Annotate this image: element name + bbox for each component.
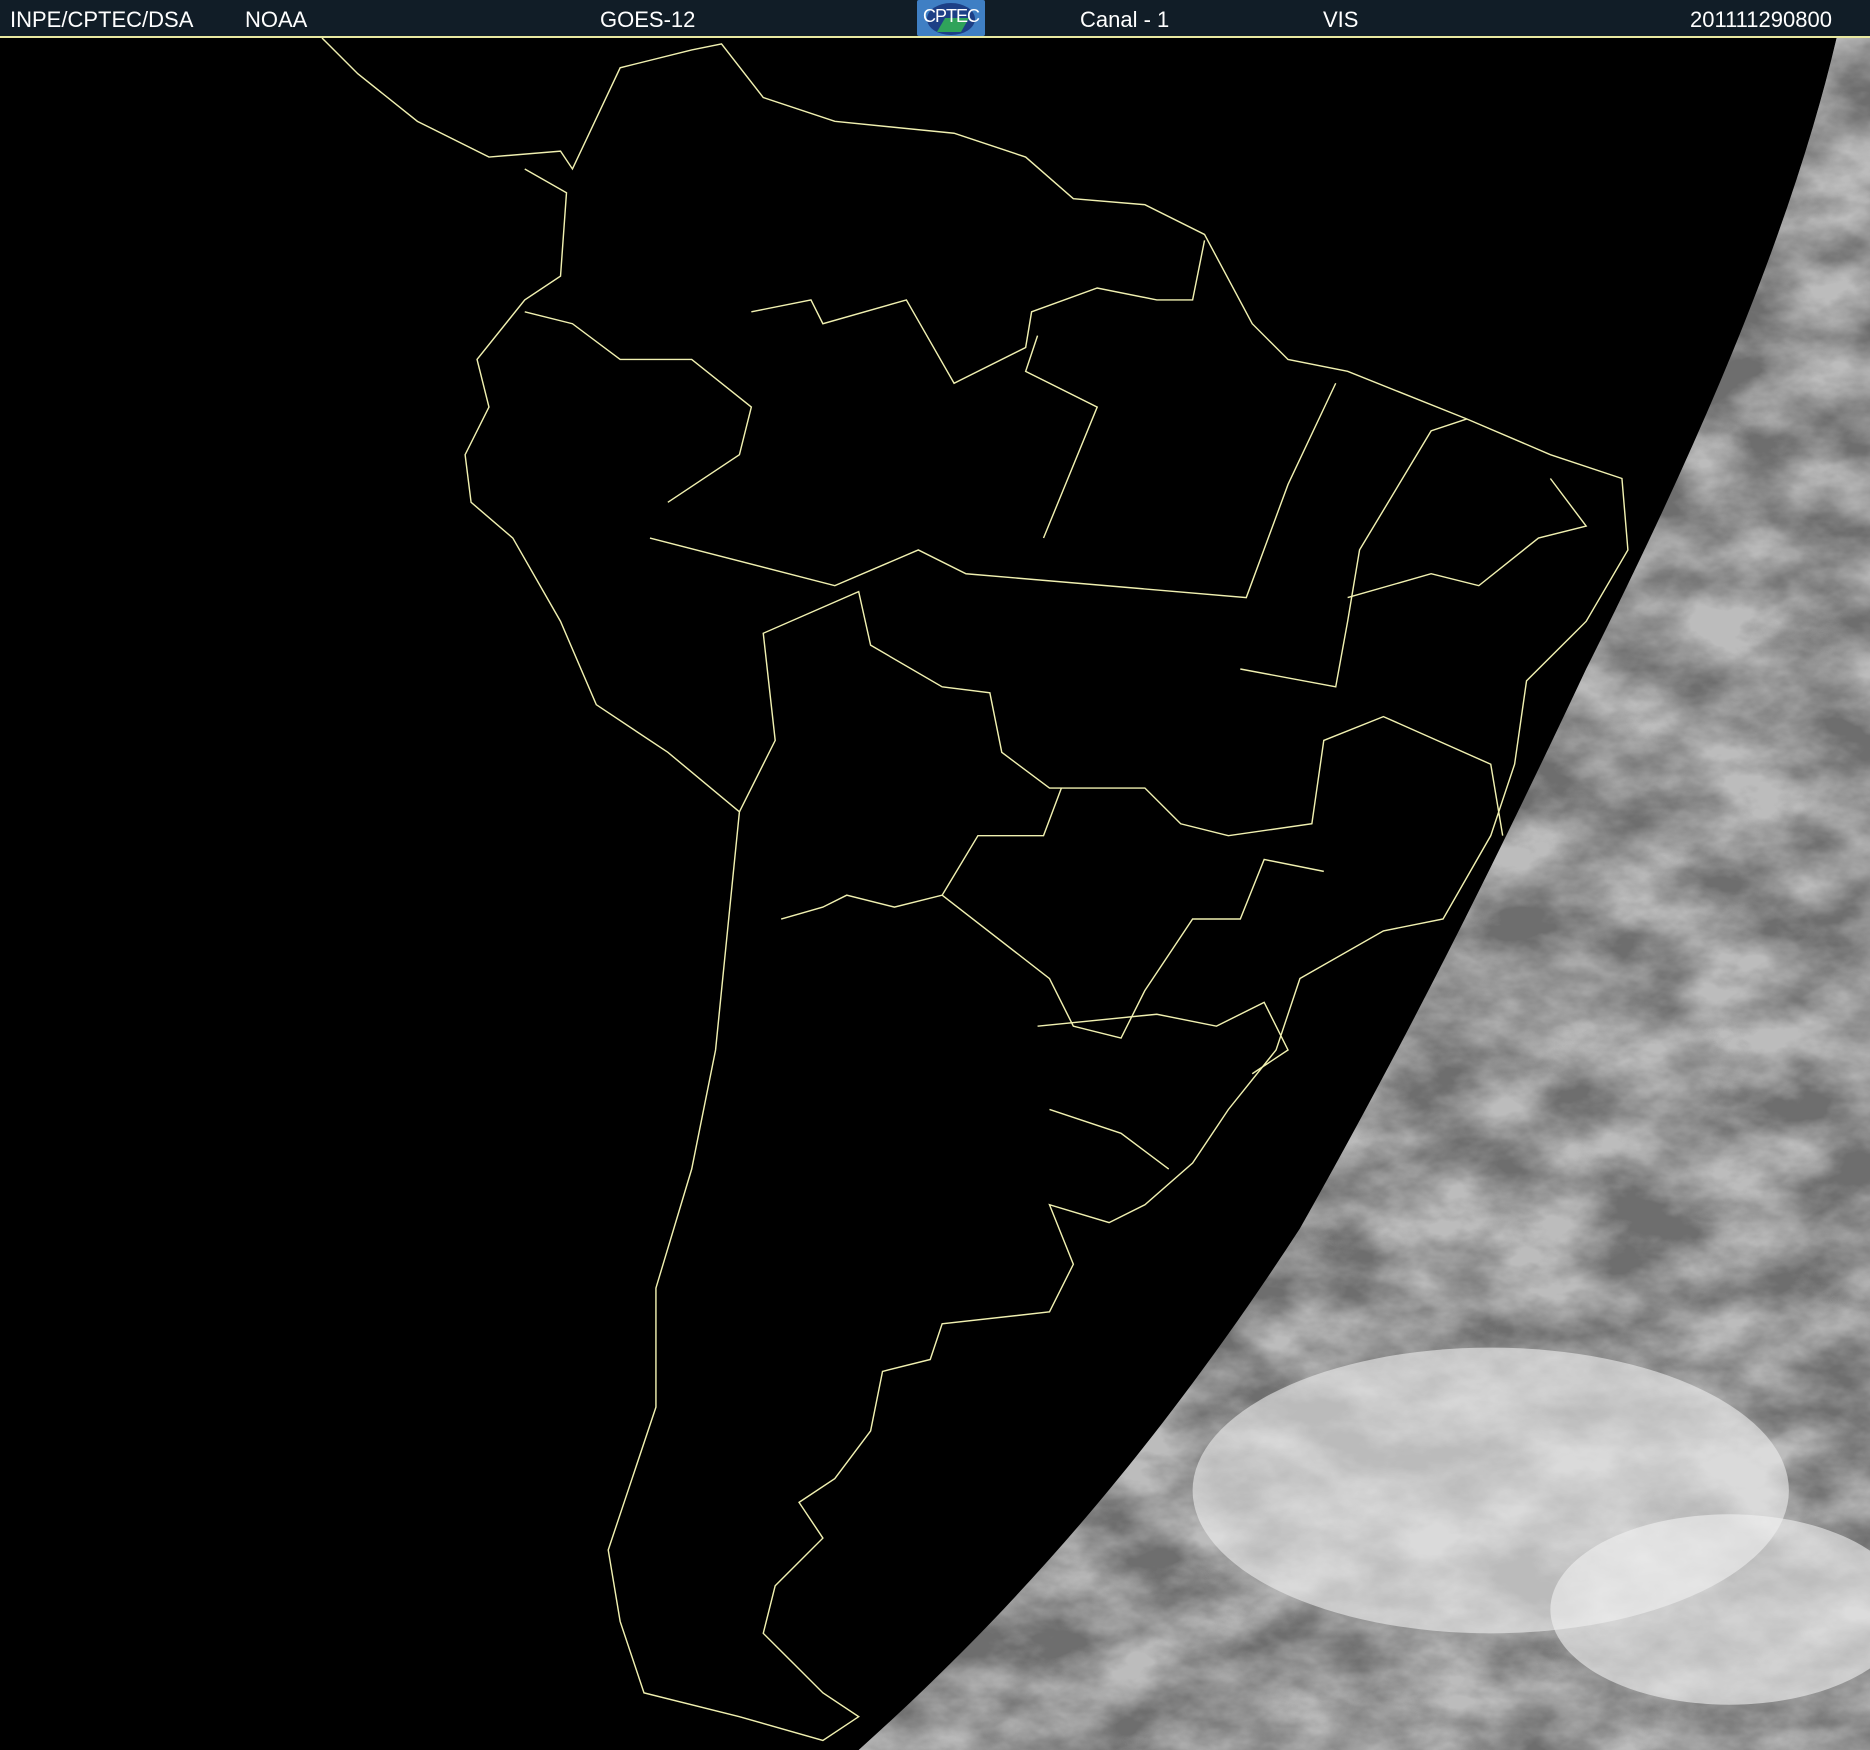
satellite-label: GOES-12 [600,7,696,32]
header-bar: INPE/CPTEC/DSA NOAA GOES-12 CPTEC Canal … [0,0,1870,38]
agency-label: NOAA [245,7,308,32]
source-label: INPE/CPTEC/DSA [10,7,194,32]
satellite-image [0,38,1870,1750]
band-label: VIS [1323,7,1359,32]
cptec-logo: CPTEC [917,0,985,36]
channel-label: Canal - 1 [1080,7,1170,32]
timestamp-label: 201111290800 [1690,7,1832,32]
